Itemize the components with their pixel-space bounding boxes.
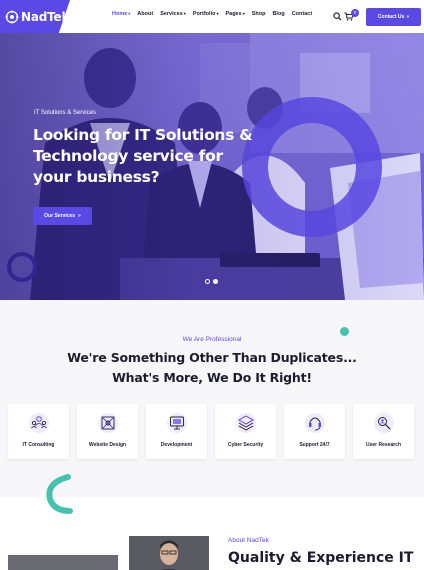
service-card[interactable]: User Research <box>353 404 414 459</box>
service-label: Development <box>160 442 193 448</box>
service-label: Cyber Security <box>227 442 264 448</box>
service-card[interactable]: Support 24/7 <box>284 404 345 459</box>
nav-label: Services <box>160 11 183 17</box>
nav-item-portfolio[interactable]: Portfolio▾ <box>193 11 219 17</box>
about-eyebrow: About NadTek <box>228 537 269 544</box>
about-image-portrait <box>129 536 209 570</box>
arrow-icon: » <box>406 14 410 20</box>
service-card[interactable]: Development <box>146 404 207 459</box>
nav-label: Shop <box>251 11 266 17</box>
nav-label: Portfolio <box>192 11 216 17</box>
logo-text: NadTek <box>21 9 70 24</box>
service-label: Website Design <box>88 442 127 448</box>
our-services-label: Our Services <box>44 213 76 219</box>
nav-label: Contact <box>291 11 313 17</box>
service-cards: IT Consulting Website Design Development… <box>8 404 414 459</box>
nav-item-blog[interactable]: Blog <box>272 11 284 17</box>
contact-us-button[interactable]: Contact Us » <box>366 8 421 26</box>
services-section: We Are Professional We're Something Othe… <box>0 300 424 497</box>
section-title: We're Something Other Than Duplicates...… <box>0 348 424 388</box>
logo-icon <box>5 10 19 23</box>
section-title-line: What's More, We Do It Right! <box>112 370 312 385</box>
cart-count-badge: 0 <box>351 9 359 17</box>
arrow-icon: » <box>78 213 81 219</box>
slider-pagination <box>205 279 218 284</box>
nav-item-about[interactable]: About <box>137 11 153 17</box>
nav-item-home[interactable]: Home▾ <box>112 11 130 17</box>
search-icon[interactable] <box>333 12 342 21</box>
section-eyebrow: We Are Professional <box>182 336 242 343</box>
research-icon <box>373 413 394 433</box>
decorative-arc <box>46 474 73 514</box>
hero-slider: IT Solutions & Services Looking for IT S… <box>0 33 424 300</box>
about-image <box>8 555 118 570</box>
nav-label: Home <box>112 11 128 17</box>
hero-title: Looking for IT Solutions & Technology se… <box>33 126 253 186</box>
person-icon <box>129 536 209 570</box>
slider-dot[interactable] <box>205 279 210 284</box>
nav-item-contact[interactable]: Contact <box>292 11 312 17</box>
chevron-down-icon: ▾ <box>183 11 186 16</box>
nav-item-pages[interactable]: Pages▾ <box>225 11 244 17</box>
chevron-down-icon: ▾ <box>242 11 245 16</box>
nav-label: Blog <box>272 11 285 17</box>
nav-label: About <box>137 11 154 17</box>
design-icon <box>97 413 118 433</box>
service-card[interactable]: IT Consulting <box>8 404 69 459</box>
decorative-dot <box>340 327 349 336</box>
our-services-button[interactable]: Our Services » <box>33 207 92 225</box>
about-section: About NadTek Quality & Experience IT <box>0 474 424 570</box>
section-title-line: We're Something Other Than Duplicates... <box>67 350 357 365</box>
contact-us-label: Contact Us <box>377 14 405 20</box>
nav-item-shop[interactable]: Shop <box>252 11 266 17</box>
main-nav: Home▾ About Services▾ Portfolio▾ Pages▾ … <box>112 11 312 17</box>
support-icon <box>304 413 325 433</box>
about-title: Quality & Experience IT <box>228 550 414 566</box>
monitor-icon <box>166 413 187 433</box>
nav-label: Pages <box>225 11 242 17</box>
service-card[interactable]: Website Design <box>77 404 138 459</box>
hero-eyebrow: IT Solutions & Services <box>34 110 96 116</box>
site-header: NadTek Home▾ About Services▾ Portfolio▾ … <box>0 0 424 33</box>
service-label: Support 24/7 <box>299 442 330 448</box>
chevron-down-icon: ▾ <box>216 11 219 16</box>
service-card[interactable]: Cyber Security <box>215 404 276 459</box>
chevron-down-icon: ▾ <box>128 11 131 16</box>
service-label: User Research <box>365 442 402 448</box>
service-label: IT Consulting <box>22 442 55 448</box>
slider-dot-active[interactable] <box>213 279 218 284</box>
team-icon <box>28 413 49 433</box>
layers-icon <box>235 413 256 433</box>
logo[interactable]: NadTek <box>0 0 70 33</box>
nav-item-services[interactable]: Services▾ <box>160 11 186 17</box>
page: NadTek Home▾ About Services▾ Portfolio▾ … <box>0 0 424 570</box>
